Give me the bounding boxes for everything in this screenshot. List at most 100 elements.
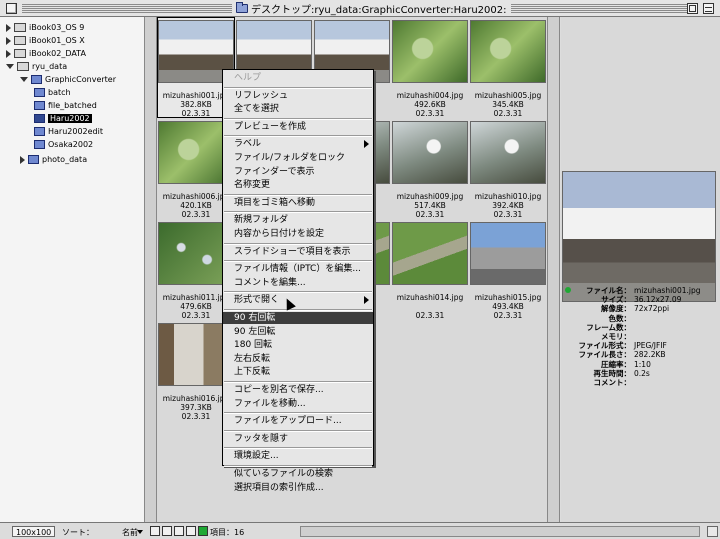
tree-item-label: batch bbox=[48, 88, 71, 97]
menu-item[interactable]: 似ているファイルの検索 bbox=[223, 468, 373, 480]
thumbnail-image[interactable] bbox=[470, 20, 546, 83]
menu-item[interactable]: 90 右回転 bbox=[223, 312, 373, 324]
sort-select[interactable]: 名前 bbox=[122, 527, 138, 538]
info-key: ファイル形式： bbox=[578, 341, 632, 351]
tree-item[interactable]: ryu_data bbox=[6, 60, 67, 73]
sort-dropdown-icon[interactable] bbox=[137, 530, 143, 534]
tree-item[interactable]: GraphicConverter bbox=[20, 73, 116, 86]
menu-item[interactable]: 左右反転 bbox=[223, 353, 373, 365]
tree-item[interactable]: Osaka2002 bbox=[34, 138, 93, 151]
menu-item[interactable]: 形式で開く bbox=[223, 294, 373, 306]
grid-scrollbar[interactable] bbox=[547, 17, 560, 522]
disk-icon bbox=[14, 36, 26, 45]
grid-view-icon[interactable] bbox=[174, 526, 184, 536]
menu-item[interactable]: 環境設定... bbox=[223, 450, 373, 462]
menu-separator bbox=[224, 211, 372, 214]
thumbnail-image[interactable] bbox=[470, 121, 546, 184]
menu-item-label: 名称変更 bbox=[234, 180, 271, 191]
menu-item[interactable]: 選択項目の索引作成... bbox=[223, 482, 373, 494]
menu-item[interactable]: ラベル bbox=[223, 138, 373, 150]
tree-item-label: ryu_data bbox=[32, 62, 68, 71]
menu-item[interactable]: ファイルを移動... bbox=[223, 398, 373, 410]
tree-item[interactable]: batch bbox=[34, 86, 71, 99]
menu-item-label: 90 左回転 bbox=[234, 326, 276, 337]
disclosure-open-icon[interactable] bbox=[6, 64, 14, 69]
menu-item-label: 内容から日付けを設定 bbox=[234, 229, 325, 239]
menu-item[interactable]: リフレッシュ bbox=[223, 90, 373, 102]
tree-item[interactable]: iBook01_OS X bbox=[6, 34, 85, 47]
collapse-box-button[interactable] bbox=[703, 3, 714, 14]
folder-icon bbox=[34, 88, 45, 97]
menu-item[interactable]: コピーを別名で保存... bbox=[223, 384, 373, 396]
menu-item[interactable]: ファイル/フォルダをロック bbox=[223, 152, 373, 164]
context-menu[interactable]: ヘルプ リフレッシュ 全てを選択 プレビューを作成 ラベル ファイル/フォルダをロック ファ… bbox=[222, 69, 374, 493]
submenu-arrow-icon bbox=[364, 296, 369, 305]
menu-item[interactable]: フッタを隠す bbox=[223, 433, 373, 445]
menu-item[interactable]: ファイル情報（IPTC）を編集... bbox=[223, 263, 373, 275]
tree-item[interactable]: Haru2002 bbox=[34, 112, 92, 125]
thumbnail-image[interactable] bbox=[392, 121, 468, 184]
menu-item[interactable]: 90 左回転 bbox=[223, 326, 373, 338]
close-box-button[interactable] bbox=[6, 3, 17, 14]
resize-grow-box[interactable] bbox=[707, 526, 718, 537]
sort-label: ソート： bbox=[62, 528, 94, 537]
disclosure-closed-icon[interactable] bbox=[6, 23, 11, 32]
menu-separator bbox=[224, 465, 372, 467]
thumbnail-cell[interactable]: mizuhashi014.jpg 02.3.31 bbox=[391, 219, 469, 320]
menu-item[interactable]: ファイルをアップロード... bbox=[223, 415, 373, 427]
thumbnail-cell[interactable]: mizuhashi009.jpg 517.4KB 02.3.31 bbox=[391, 118, 469, 219]
thumbnail-cell[interactable]: mizuhashi015.jpg 493.4KB 02.3.31 bbox=[469, 219, 547, 320]
info-row: ファイル名： mizuhashi001.jpg bbox=[561, 286, 720, 295]
tree-item-label: iBook02_DATA bbox=[29, 49, 86, 58]
tree-item[interactable]: iBook03_OS 9 bbox=[6, 21, 84, 34]
upload-icon[interactable] bbox=[150, 526, 160, 536]
menu-item[interactable]: 上下反転 bbox=[223, 366, 373, 378]
thumbnail-name: mizuhashi005.jpg bbox=[474, 91, 542, 100]
tree-item[interactable]: file_batched bbox=[34, 99, 97, 112]
list-view-icon[interactable] bbox=[186, 526, 196, 536]
thumbnail-name: mizuhashi014.jpg bbox=[396, 293, 464, 302]
thumbnail-name: mizuhashi004.jpg bbox=[396, 91, 464, 100]
menu-item-label: スライドショーで項目を表示 bbox=[234, 246, 351, 257]
zoom-box-button[interactable] bbox=[687, 3, 698, 14]
thumbnail-size-select[interactable]: 100x100 bbox=[12, 526, 56, 537]
menu-item[interactable]: 全てを選択 bbox=[223, 103, 373, 115]
folder-tree[interactable]: iBook03_OS 9 iBook01_OS X iBook02_DATA ryu_… bbox=[0, 17, 145, 522]
disclosure-closed-icon[interactable] bbox=[6, 49, 11, 58]
thumbnail-image[interactable] bbox=[392, 20, 468, 83]
disclosure-closed-icon[interactable] bbox=[6, 36, 11, 45]
menu-item[interactable]: プレビューを作成 bbox=[223, 121, 373, 133]
menu-item[interactable]: コメントを編集... bbox=[223, 277, 373, 289]
thumbnail-image[interactable] bbox=[392, 222, 468, 285]
horizontal-scrollbar[interactable] bbox=[300, 526, 700, 537]
tree-item[interactable]: photo_data bbox=[20, 153, 87, 166]
menu-item[interactable]: 項目をゴミ箱へ移動 bbox=[223, 197, 373, 209]
tree-scrollbar[interactable] bbox=[145, 17, 157, 522]
folder-icon bbox=[34, 114, 45, 123]
tree-item[interactable]: iBook02_DATA bbox=[6, 47, 86, 60]
menu-item-label: 上下反転 bbox=[234, 367, 271, 378]
thumbnail-cell[interactable]: mizuhashi004.jpg 492.6KB 02.3.31 bbox=[391, 17, 469, 118]
menu-item[interactable]: 180 回転 bbox=[223, 339, 373, 351]
disclosure-closed-icon[interactable] bbox=[20, 155, 25, 164]
menu-item[interactable]: 名称変更 bbox=[223, 179, 373, 191]
info-row: ファイル長さ： 282.2KB bbox=[561, 350, 720, 359]
tree-item[interactable]: Haru2002edit bbox=[34, 125, 103, 138]
thumbnail-cell[interactable]: mizuhashi010.jpg 392.4KB 02.3.31 bbox=[469, 118, 547, 219]
title-bar[interactable]: デスクトップ:ryu_data:GraphicConverter:Haru200… bbox=[0, 0, 720, 17]
info-row: コメント： bbox=[561, 378, 720, 387]
preview-toggle-icon[interactable] bbox=[198, 526, 208, 536]
thumbnail-cell[interactable]: mizuhashi005.jpg 345.4KB 02.3.31 bbox=[469, 17, 547, 118]
info-key: 色数： bbox=[608, 313, 632, 323]
menu-item[interactable]: スライドショーで項目を表示 bbox=[223, 246, 373, 258]
disclosure-open-icon[interactable] bbox=[20, 77, 28, 82]
menu-item-label: 選択項目の索引作成... bbox=[234, 482, 324, 493]
menu-separator bbox=[224, 381, 372, 383]
thumbnail-image[interactable] bbox=[470, 222, 546, 285]
menu-item[interactable]: 新規フォルダ bbox=[223, 214, 373, 226]
tree-item-label: iBook01_OS X bbox=[29, 36, 85, 45]
menu-item[interactable]: 内容から日付けを設定 bbox=[223, 228, 373, 240]
tree-item-label: Haru2002edit bbox=[48, 127, 103, 136]
image-icon[interactable] bbox=[162, 526, 172, 536]
menu-item[interactable]: ファインダーで表示 bbox=[223, 166, 373, 178]
